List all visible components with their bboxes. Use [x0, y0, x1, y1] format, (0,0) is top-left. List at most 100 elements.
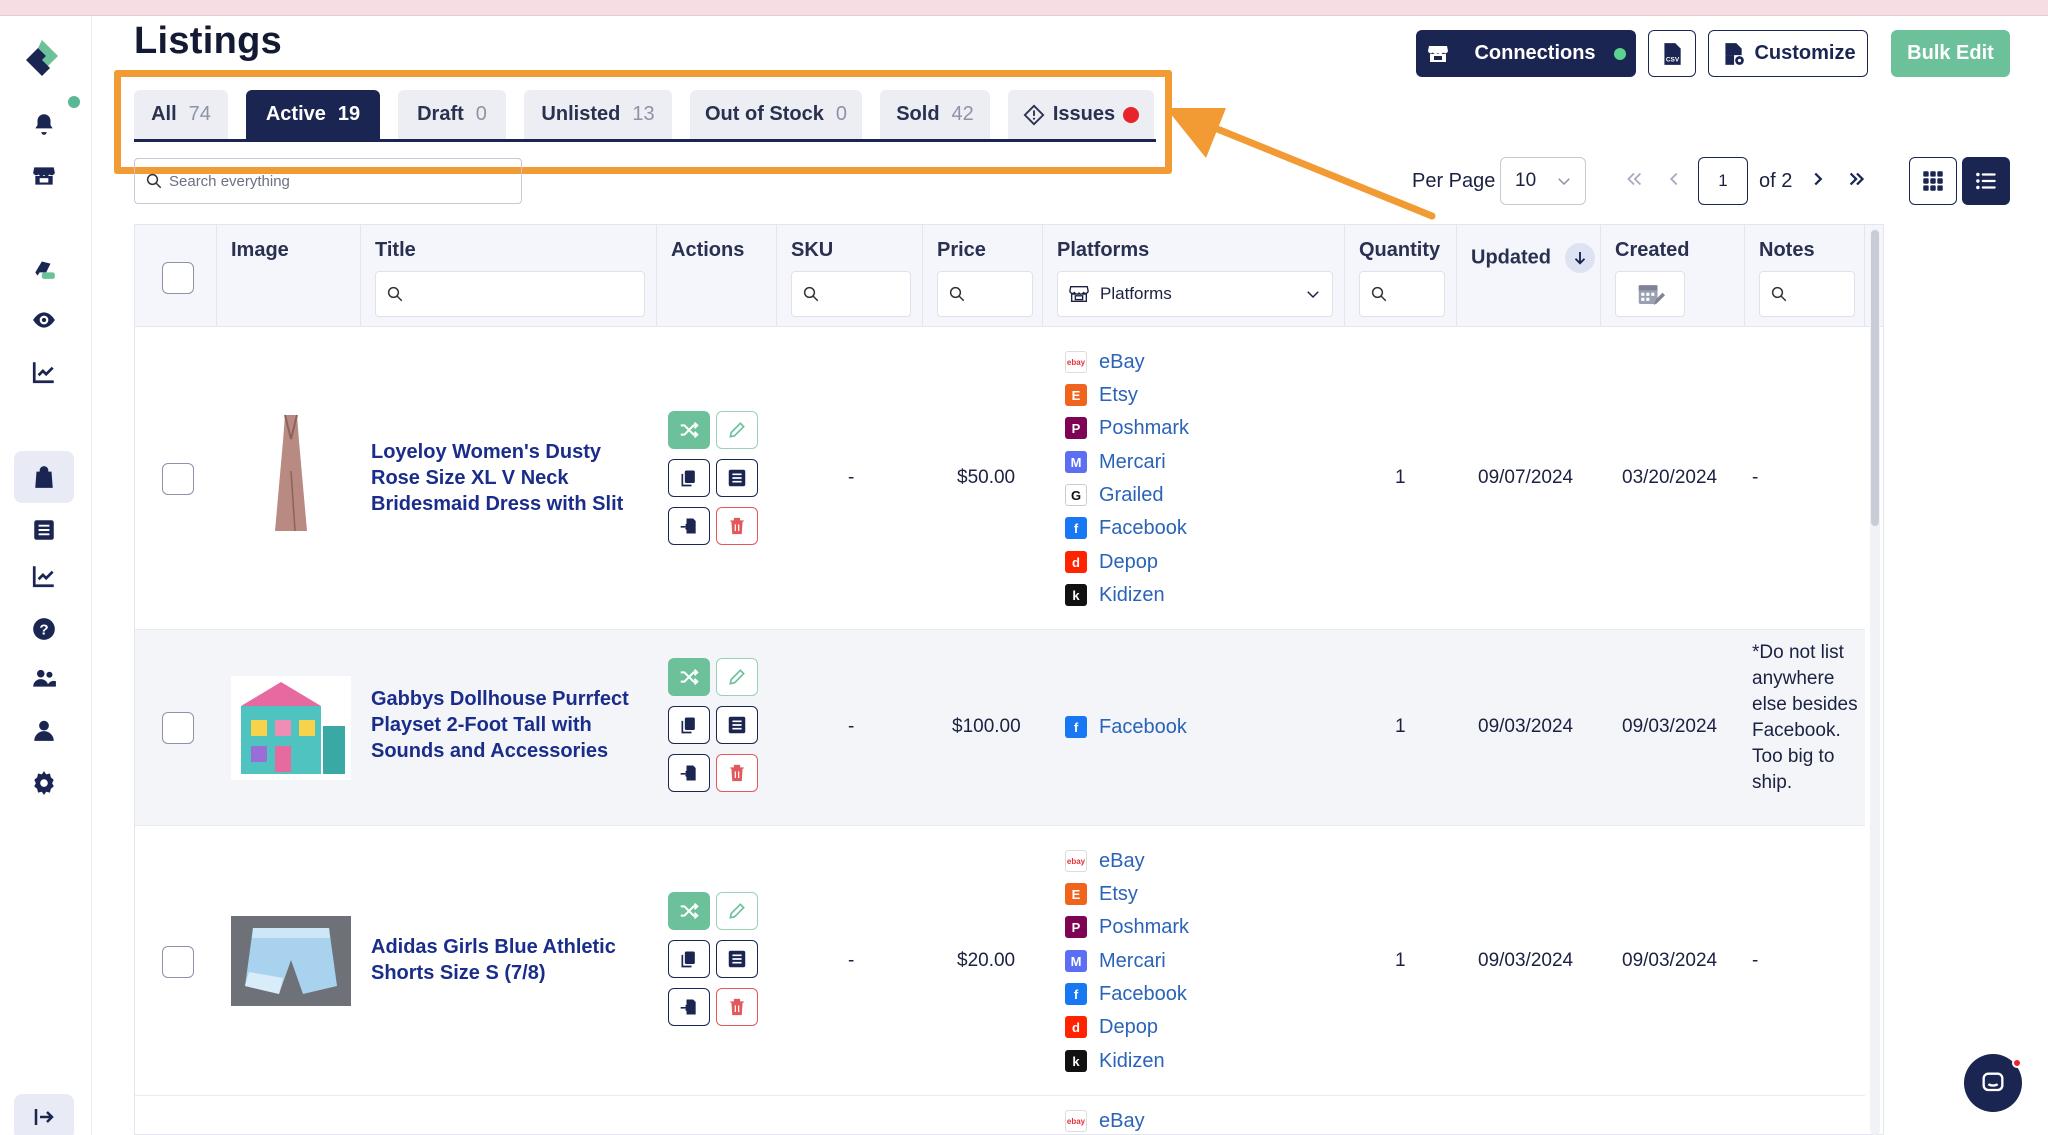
platform-etsy[interactable]: E Etsy [1065, 380, 1138, 410]
tab-draft[interactable]: Draft 0 [398, 90, 506, 139]
platform-mercari[interactable]: M Mercari [1065, 946, 1166, 976]
delete-trash-icon[interactable] [716, 988, 758, 1026]
tab-all[interactable]: All 74 [134, 90, 228, 139]
first-page-icon[interactable] [1620, 165, 1648, 193]
listings-bag-icon[interactable] [14, 451, 74, 503]
listing-title-link[interactable]: Loyeloy Women's Dusty Rose Size XL V Nec… [371, 439, 651, 517]
rocket-new-icon[interactable] [24, 248, 64, 288]
platform-ebay[interactable]: ebay eBay [1065, 1106, 1145, 1134]
platform-ebay[interactable]: ebay eBay [1065, 347, 1145, 377]
facebook-logo-icon: f [1065, 983, 1087, 1005]
import-file-icon[interactable] [668, 988, 710, 1026]
sku-filter-input[interactable] [791, 271, 911, 317]
duplicate-icon[interactable] [668, 459, 710, 497]
product-image[interactable] [231, 676, 351, 780]
tab-unlisted[interactable]: Unlisted 13 [524, 90, 672, 139]
platform-etsy[interactable]: E Etsy [1065, 879, 1138, 909]
edit-pencil-icon[interactable] [716, 892, 758, 930]
platform-depop[interactable]: d Depop [1065, 547, 1158, 577]
platform-poshmark[interactable]: P Poshmark [1065, 413, 1189, 443]
platform-kidizen[interactable]: k Kidizen [1065, 1046, 1165, 1076]
customize-button[interactable]: Customize [1708, 30, 1868, 77]
help-icon[interactable]: ? [24, 609, 64, 649]
price-filter-input[interactable] [937, 271, 1033, 317]
store-icon[interactable] [24, 156, 64, 196]
listing-title-link[interactable]: Gabbys Dollhouse Purrfect Playset 2-Foot… [371, 686, 641, 764]
tab-active[interactable]: Active 19 [246, 90, 380, 139]
bell-icon[interactable] [24, 104, 64, 144]
platform-mercari[interactable]: M Mercari [1065, 447, 1166, 477]
delete-trash-icon[interactable] [716, 754, 758, 792]
created-date: 03/20/2024 [1622, 467, 1718, 488]
last-page-icon[interactable] [1843, 165, 1871, 193]
csv-export-button[interactable]: CSV [1648, 30, 1696, 77]
crosslist-shuffle-icon[interactable] [668, 892, 710, 930]
platforms-filter-select[interactable]: Platforms [1057, 271, 1333, 317]
collapse-sidebar-icon[interactable] [14, 1094, 74, 1135]
updated-column-header[interactable]: Updated [1457, 225, 1601, 327]
edit-pencil-icon[interactable] [716, 658, 758, 696]
product-image[interactable] [231, 411, 351, 541]
grid-view-icon[interactable] [1909, 157, 1957, 205]
list-view-icon[interactable] [1962, 157, 2010, 205]
platform-facebook[interactable]: f Facebook [1065, 712, 1187, 742]
select-all-checkbox[interactable] [162, 262, 194, 294]
platform-facebook[interactable]: f Facebook [1065, 979, 1187, 1009]
row-checkbox[interactable] [162, 946, 194, 978]
details-list-icon[interactable] [716, 940, 758, 978]
duplicate-icon[interactable] [668, 706, 710, 744]
tab-sold[interactable]: Sold 42 [880, 90, 990, 139]
platform-poshmark[interactable]: P Poshmark [1065, 912, 1189, 942]
settings-gear-icon[interactable] [24, 762, 64, 802]
prev-page-icon[interactable] [1660, 165, 1688, 193]
product-image[interactable] [231, 916, 351, 1006]
platform-kidizen[interactable]: k Kidizen [1065, 580, 1165, 610]
reports-icon[interactable] [24, 556, 64, 596]
crosslist-shuffle-icon[interactable] [668, 411, 710, 449]
row-checkbox[interactable] [162, 463, 194, 495]
team-icon[interactable] [24, 658, 64, 698]
next-page-icon[interactable] [1804, 165, 1832, 193]
details-list-icon[interactable] [716, 706, 758, 744]
page-number-input[interactable]: 1 [1698, 157, 1748, 205]
created-date-filter[interactable] [1615, 271, 1685, 317]
platform-ebay[interactable]: ebay eBay [1065, 846, 1145, 876]
platform-name: Etsy [1099, 882, 1138, 905]
bulk-edit-button[interactable]: Bulk Edit [1891, 30, 2010, 77]
duplicate-icon[interactable] [668, 940, 710, 978]
sku-value: - [848, 716, 855, 737]
tab-issues[interactable]: Issues [1008, 90, 1154, 139]
notes-filter-input[interactable] [1759, 271, 1855, 317]
table-header: Image Title Actions SKU Price Platforms [135, 225, 1883, 327]
row-checkbox[interactable] [162, 712, 194, 744]
app-logo[interactable] [20, 36, 64, 80]
table-scrollbar-thumb[interactable] [1871, 230, 1879, 526]
analytics-icon[interactable] [24, 352, 64, 392]
search-input[interactable] [169, 172, 509, 190]
details-list-icon[interactable] [716, 459, 758, 497]
platform-grailed[interactable]: G Grailed [1065, 480, 1163, 510]
per-page-select[interactable]: 10 [1500, 157, 1586, 205]
connections-button[interactable]: Connections [1416, 30, 1636, 77]
import-file-icon[interactable] [668, 507, 710, 545]
quantity-filter-input[interactable] [1359, 271, 1445, 317]
listings-table: Image Title Actions SKU Price Platforms [134, 224, 1884, 1135]
tab-out-of-stock[interactable]: Out of Stock 0 [690, 90, 862, 139]
delete-trash-icon[interactable] [716, 507, 758, 545]
edit-pencil-icon[interactable] [716, 411, 758, 449]
listing-title-link[interactable]: Adidas Girls Blue Athletic Shorts Size S… [371, 934, 631, 986]
sort-descending-icon[interactable] [1564, 243, 1595, 273]
title-filter-input[interactable] [375, 271, 645, 317]
tab-count: 74 [188, 103, 211, 125]
crosslist-shuffle-icon[interactable] [668, 658, 710, 696]
import-file-icon[interactable] [668, 754, 710, 792]
platform-depop[interactable]: d Depop [1065, 1012, 1158, 1042]
sku-value: - [848, 467, 855, 488]
user-icon[interactable] [24, 710, 64, 750]
search-icon [387, 286, 403, 302]
updated-date: 09/07/2024 [1478, 467, 1574, 488]
list-icon[interactable] [24, 510, 64, 550]
platform-facebook[interactable]: f Facebook [1065, 513, 1187, 543]
price-column-header: Price [923, 225, 1043, 327]
eye-icon[interactable] [24, 300, 64, 340]
